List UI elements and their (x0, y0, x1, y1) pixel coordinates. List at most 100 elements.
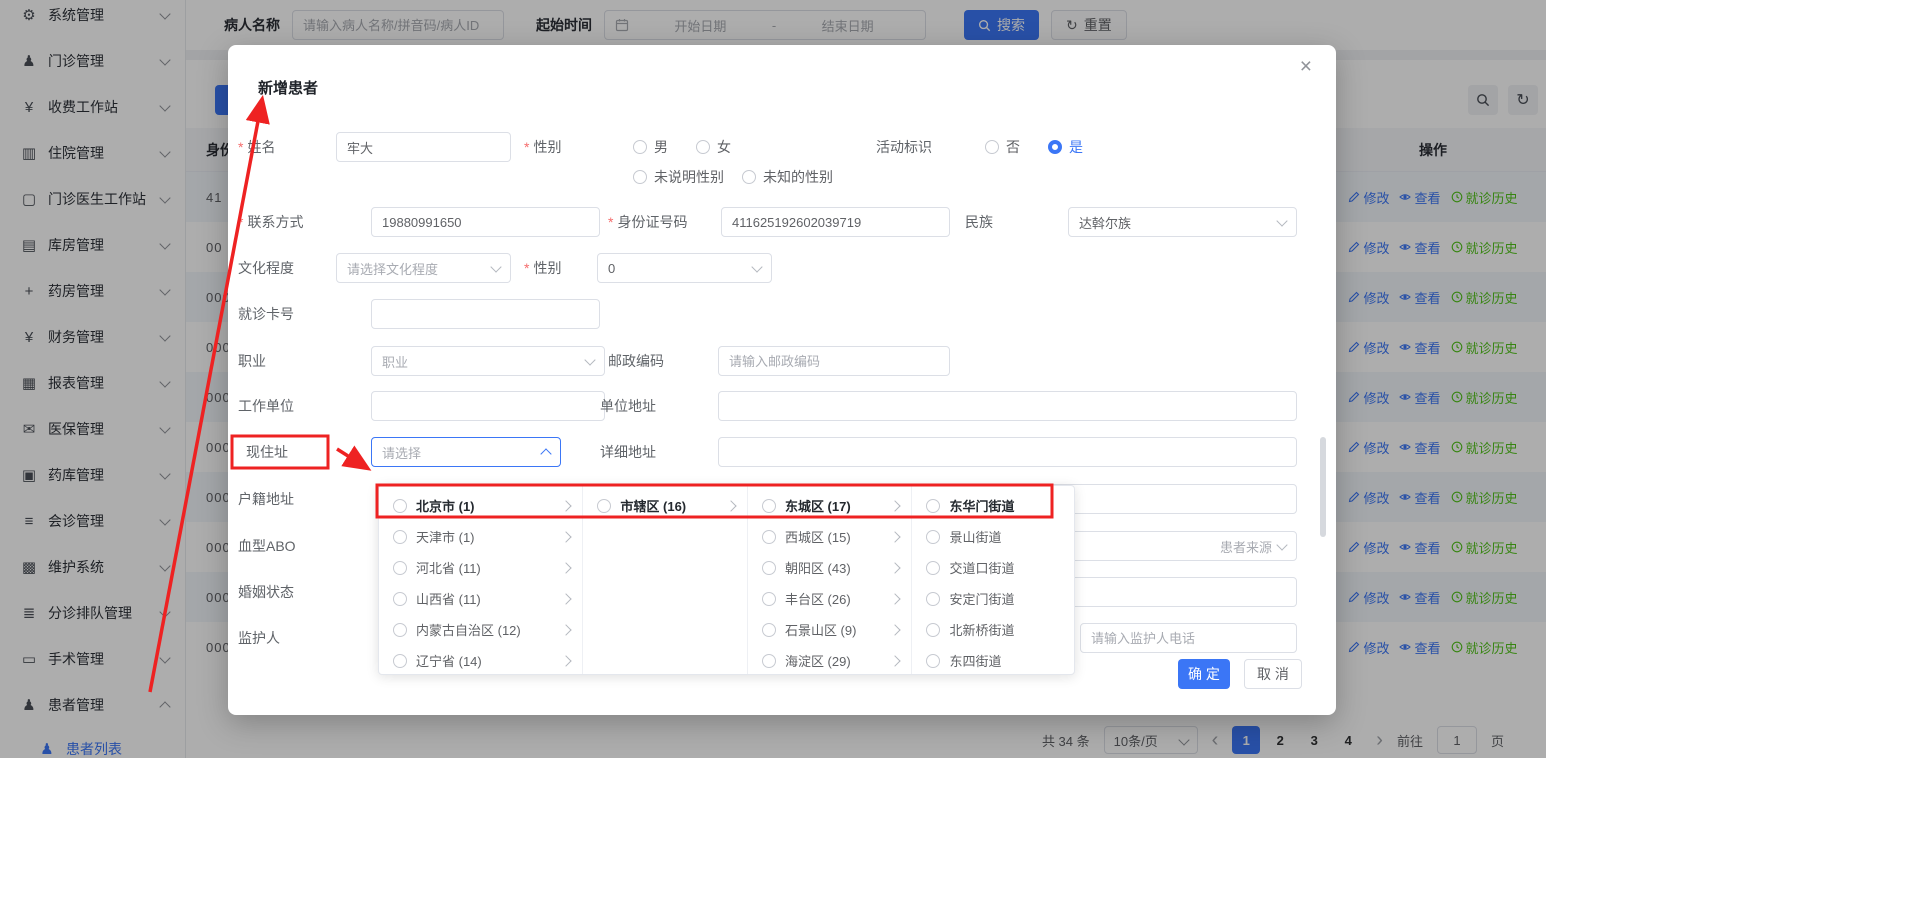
cascader-option-province[interactable]: 内蒙古自治区 (12) (379, 614, 582, 645)
contact-label: *联系方式 (238, 212, 371, 232)
occupation-label: 职业 (238, 351, 371, 371)
radio-icon (393, 499, 407, 513)
current-address-label: 现住址 (238, 442, 371, 462)
guardian-phone-input[interactable] (1080, 623, 1297, 653)
radio-no[interactable]: 否 (985, 137, 1020, 157)
cascader-option-province[interactable]: 辽宁省 (14) (379, 645, 582, 675)
name-input[interactable] (336, 132, 511, 162)
radio-female[interactable]: 女 (696, 137, 731, 157)
radio-icon (926, 499, 940, 513)
cascader-option-province[interactable]: 山西省 (11) (379, 583, 582, 614)
chevron-right-icon (725, 500, 736, 511)
radio-icon (597, 499, 611, 513)
cascader-option-district[interactable]: 朝阳区 (43) (748, 552, 912, 583)
radio-gender-unknown[interactable]: 未知的性别 (742, 167, 833, 187)
id-number-input[interactable] (721, 207, 950, 237)
radio-icon (926, 561, 940, 575)
modal-scrollbar-thumb[interactable] (1320, 437, 1326, 537)
modal-title: 新增患者 (258, 77, 318, 98)
cascader-option-street[interactable]: 安定门街道 (912, 583, 1074, 614)
radio-gender-unstated[interactable]: 未说明性别 (633, 167, 724, 187)
ethnicity-select[interactable]: 达斡尔族 (1068, 207, 1297, 237)
radio-icon (926, 623, 940, 637)
detail-address-input[interactable] (718, 437, 1297, 467)
chevron-right-icon (561, 500, 572, 511)
radio-icon (393, 561, 407, 575)
cancel-button[interactable]: 取 消 (1244, 659, 1302, 689)
chevron-right-icon (561, 593, 572, 604)
postcode-label: 邮政编码 (608, 351, 718, 371)
chevron-right-icon (561, 531, 572, 542)
cascader-option-street[interactable]: 东华门街道 (912, 490, 1074, 521)
work-unit-input[interactable] (371, 391, 605, 421)
radio-icon (393, 623, 407, 637)
chevron-right-icon (561, 655, 572, 666)
radio-icon (762, 530, 776, 544)
active-flag-label: 活动标识 (876, 137, 985, 157)
cascader-option-street[interactable]: 景山街道 (912, 521, 1074, 552)
ethnicity-label: 民族 (965, 212, 1068, 232)
radio-icon (762, 499, 776, 513)
chevron-right-icon (890, 562, 901, 573)
radio-icon (762, 654, 776, 668)
address-cascader-panel: 北京市 (1) 天津市 (1) 河北省 (11) 山西省 (11) (378, 485, 1075, 675)
radio-icon (762, 561, 776, 575)
cascader-option-street[interactable]: 北新桥街道 (912, 614, 1074, 645)
radio-icon (633, 170, 647, 184)
gender-select-label: *性别 (524, 258, 597, 278)
radio-icon (926, 592, 940, 606)
education-select[interactable]: 请选择文化程度 (336, 253, 511, 283)
cascader-option-street[interactable]: 东四街道 (912, 645, 1074, 675)
chevron-down-icon (490, 261, 501, 272)
gender-select[interactable]: 0 (597, 253, 772, 283)
close-icon[interactable]: × (1300, 55, 1312, 79)
cascader-option-district[interactable]: 丰台区 (26) (748, 583, 912, 614)
gender-label: *性别 (524, 137, 633, 157)
cascader-option-district[interactable]: 东城区 (17) (748, 490, 912, 521)
cascader-option-district[interactable]: 石景山区 (9) (748, 614, 912, 645)
gender-radio-group-row2: 未说明性别 未知的性别 (633, 167, 861, 187)
chevron-down-icon (584, 354, 595, 365)
marital-status-label: 婚姻状态 (238, 582, 294, 602)
radio-icon (393, 530, 407, 544)
add-patient-modal: 新增患者 × *姓名 *性别 男 女 未说明性别 未知的性别 (228, 45, 1336, 715)
contact-input[interactable] (371, 207, 600, 237)
cascader-option-province[interactable]: 河北省 (11) (379, 552, 582, 583)
postcode-input[interactable] (718, 346, 950, 376)
work-unit-label: 工作单位 (238, 396, 371, 416)
chevron-right-icon (890, 500, 901, 511)
radio-yes[interactable]: 是 (1048, 137, 1083, 157)
current-address-select[interactable]: 请选择 (371, 437, 561, 467)
blood-type-label: 血型ABO (238, 536, 296, 556)
radio-icon (985, 140, 999, 154)
chevron-right-icon (890, 624, 901, 635)
household-address-label: 户籍地址 (238, 489, 294, 509)
radio-icon (393, 654, 407, 668)
patient-source-select[interactable]: 患者来源 (1068, 531, 1297, 561)
cascader-option-district[interactable]: 海淀区 (29) (748, 645, 912, 675)
chevron-right-icon (561, 624, 572, 635)
radio-icon (696, 140, 710, 154)
radio-icon (926, 654, 940, 668)
cascader-option-province[interactable]: 天津市 (1) (379, 521, 582, 552)
chevron-right-icon (890, 593, 901, 604)
cascader-option-province[interactable]: 北京市 (1) (379, 490, 582, 521)
chevron-down-icon (1276, 539, 1287, 550)
unit-address-label: 单位地址 (600, 396, 718, 416)
gender-radio-group: 男 女 (633, 137, 759, 157)
radio-icon (762, 592, 776, 606)
cascader-option-city[interactable]: 市辖区 (16) (583, 490, 747, 521)
radio-male[interactable]: 男 (633, 137, 668, 157)
confirm-button[interactable]: 确 定 (1178, 659, 1230, 689)
occupation-select[interactable]: 职业 (371, 346, 605, 376)
chevron-down-icon (751, 261, 762, 272)
radio-icon (742, 170, 756, 184)
chevron-right-icon (890, 531, 901, 542)
chevron-right-icon (561, 562, 572, 573)
chevron-down-icon (1276, 215, 1287, 226)
active-flag-radio-group: 否 是 (985, 137, 1111, 157)
cascader-option-district[interactable]: 西城区 (15) (748, 521, 912, 552)
cascader-option-street[interactable]: 交道口街道 (912, 552, 1074, 583)
unit-address-input[interactable] (718, 391, 1297, 421)
card-no-input[interactable] (371, 299, 600, 329)
